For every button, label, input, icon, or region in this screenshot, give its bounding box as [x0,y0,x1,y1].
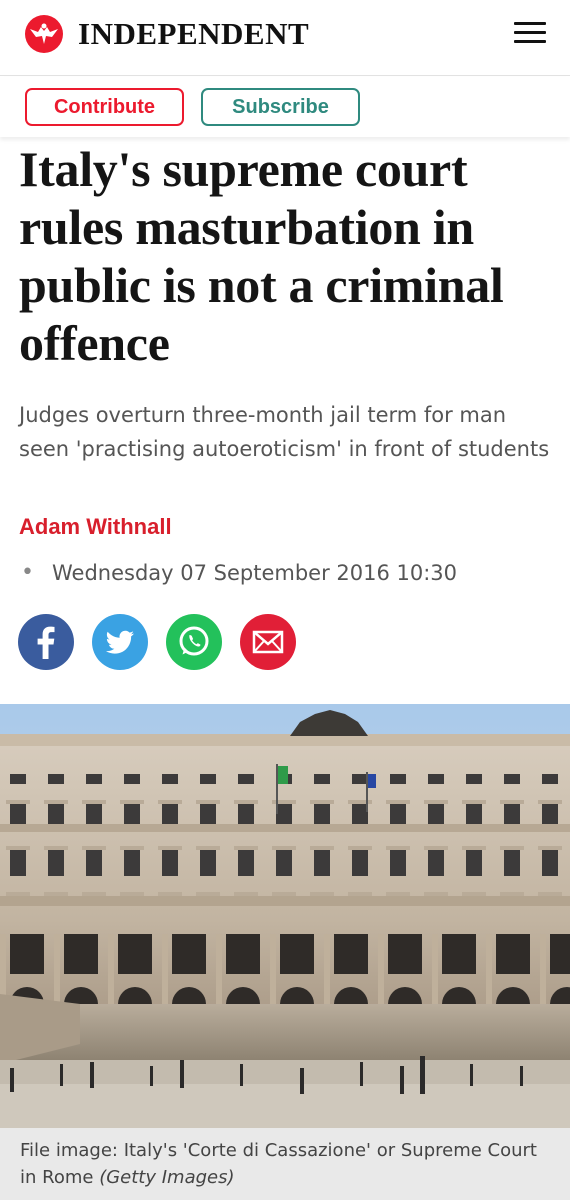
article-headline: Italy's supreme court rules masturbation… [19,141,504,371]
share-twitter-button[interactable] [92,614,148,670]
action-bar: Contribute Subscribe [0,77,570,137]
publish-date: • Wednesday 07 September 2016 10:30 [19,560,457,585]
site-header: INDEPENDENT [0,0,570,76]
share-email-button[interactable] [240,614,296,670]
hamburger-menu-icon[interactable] [514,22,546,46]
twitter-icon [105,630,134,654]
share-whatsapp-button[interactable] [166,614,222,670]
subscribe-button[interactable]: Subscribe [201,88,360,126]
facebook-icon [37,626,55,659]
photo-caption: File image: Italy's 'Corte di Cassazione… [0,1128,570,1200]
eagle-logo-icon [25,15,63,53]
share-facebook-button[interactable] [18,614,74,670]
supreme-court-building-image [0,704,570,1128]
bullet-icon: • [21,560,34,585]
publish-date-text: Wednesday 07 September 2016 10:30 [51,560,458,585]
brand-logo[interactable]: INDEPENDENT [24,14,309,54]
article-photo [0,704,570,1128]
whatsapp-icon [179,626,209,656]
contribute-button[interactable]: Contribute [25,88,184,126]
photo-credit: (Getty Images) [99,1167,235,1188]
photo-caption-text: File image: Italy's 'Corte di Cassazione… [20,1140,537,1188]
author-link[interactable]: Adam Withnall [19,514,172,540]
article-standfirst: Judges overturn three-month jail term fo… [19,403,550,461]
email-icon [252,630,284,654]
brand-name: INDEPENDENT [78,16,310,51]
